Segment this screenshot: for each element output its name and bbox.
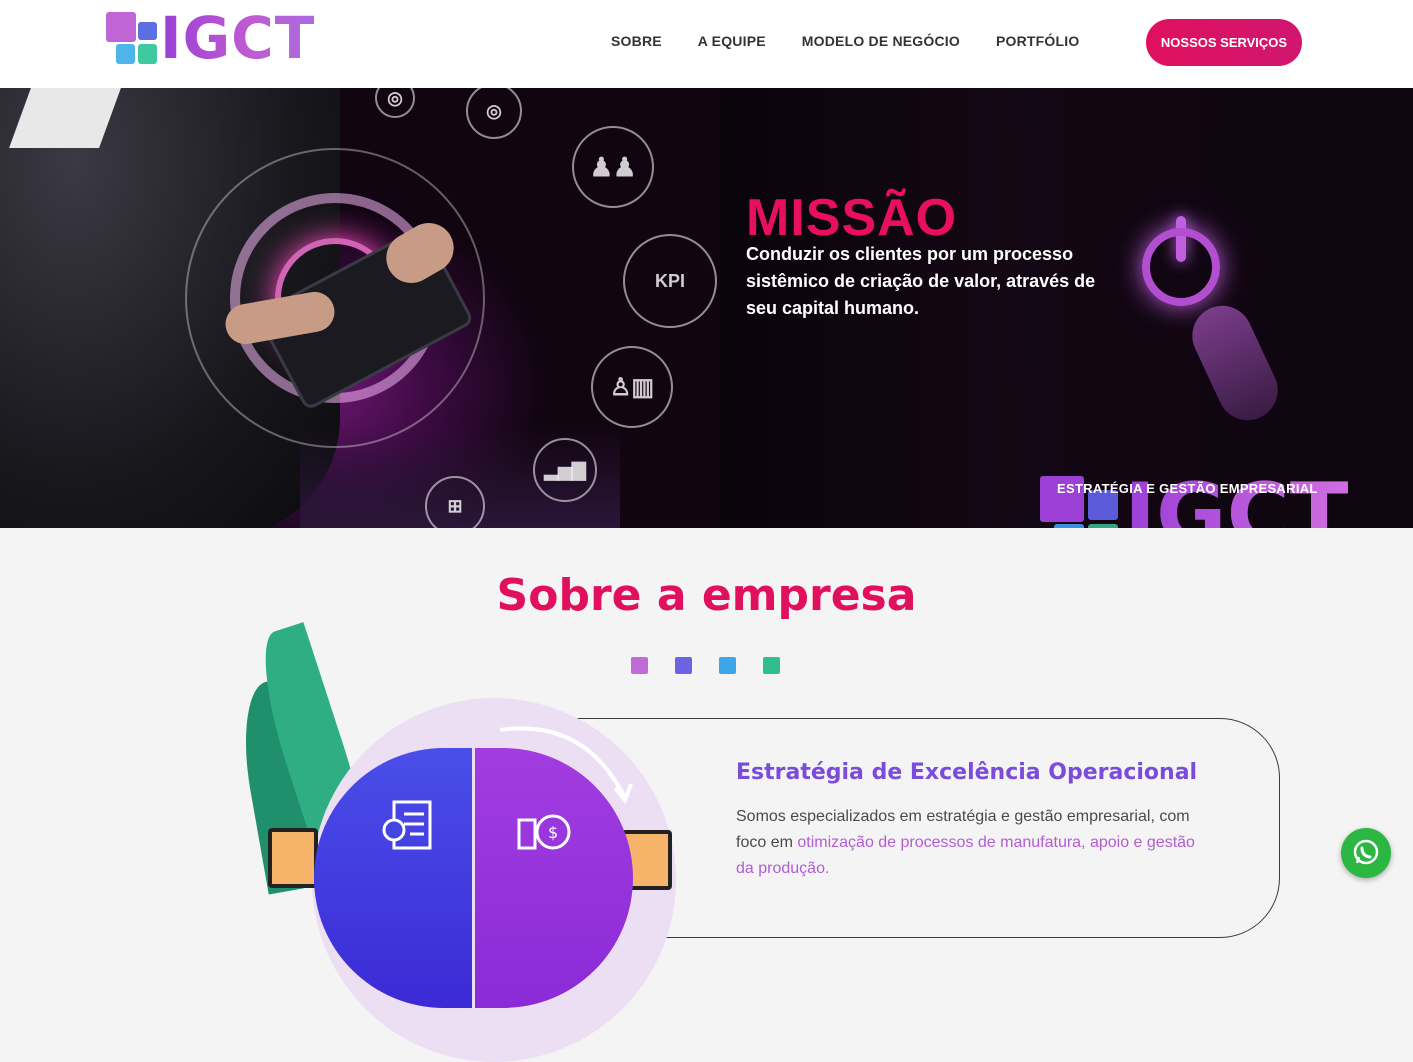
svg-text:$: $ — [548, 823, 558, 842]
org-chart-icon: ⊞ — [425, 476, 485, 528]
kpi-label: KPI — [654, 270, 685, 291]
whatsapp-button[interactable] — [1341, 828, 1391, 878]
card-text-highlight[interactable]: otimização de processos de manufatura, a… — [736, 834, 1195, 877]
mission-title: MISSÃO — [746, 189, 958, 247]
hero-logo-subtitle: ESTRATÉGIA E GESTÃO EMPRESARIAL — [1057, 481, 1318, 496]
dot-blue — [719, 657, 736, 674]
nav-item-modelo-negocio[interactable]: MODELO DE NEGÓCIO — [802, 33, 960, 49]
whatsapp-icon — [1353, 839, 1379, 865]
nav-item-sobre[interactable]: SOBRE — [611, 33, 662, 49]
logo-squares-icon — [106, 12, 158, 64]
kpi-gear-icon: KPI — [623, 234, 717, 328]
target-icon: ◎ — [466, 88, 522, 139]
presenter-chart-icon: ♙▥ — [591, 346, 673, 428]
dot-indigo — [675, 657, 692, 674]
dot-purple — [631, 657, 648, 674]
color-dots — [631, 657, 807, 674]
logo[interactable]: IGCT — [106, 4, 316, 72]
tablet-left-illustration — [268, 828, 318, 888]
dot-green — [763, 657, 780, 674]
card-text: Somos especializados em estratégia e ges… — [736, 804, 1206, 882]
main-nav: SOBRE A EQUIPE MODELO DE NEGÓCIO PORTFÓL… — [611, 33, 1115, 49]
globe-icon: ◎ — [375, 88, 415, 118]
hero-banner: ◎ ◎ ♟♟ KPI ♙▥ ▂▅▇ ⊞ IGCT — [0, 88, 1413, 528]
logo-text: IGCT — [160, 4, 316, 72]
services-button[interactable]: NOSSOS SERVIÇOS — [1146, 19, 1302, 66]
card-title: Estratégia de Excelência Operacional — [736, 760, 1198, 785]
site-header: IGCT SOBRE A EQUIPE MODELO DE NEGÓCIO PO… — [0, 0, 1413, 88]
team-icon: ♟♟ — [572, 126, 654, 208]
mission-text: Conduzir os clientes por um processo sis… — [746, 244, 1096, 318]
bar-chart-icon: ▂▅▇ — [533, 438, 597, 502]
power-icon — [1142, 228, 1220, 306]
nav-item-equipe[interactable]: A EQUIPE — [698, 33, 766, 49]
curved-arrow-icon — [499, 726, 633, 804]
about-title: Sobre a empresa — [496, 570, 917, 621]
nav-item-portfolio[interactable]: PORTFÓLIO — [996, 33, 1079, 49]
document-gear-icon — [382, 800, 432, 850]
